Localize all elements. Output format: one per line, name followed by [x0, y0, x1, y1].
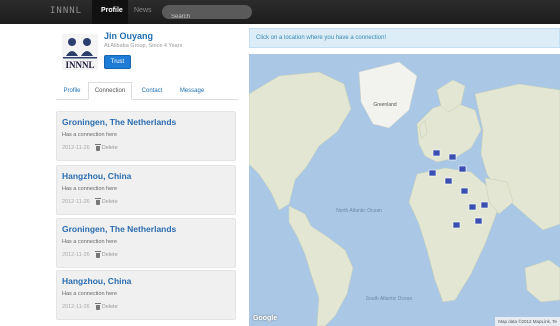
map-attribution[interactable]: Map data ©2012 MapLink, Te — [495, 317, 560, 326]
building-pin-icon[interactable] — [452, 221, 461, 229]
connection-title[interactable]: Groningen, The Netherlands — [62, 224, 176, 234]
top-navbar: INNNL Profile News — [0, 0, 560, 24]
trash-icon[interactable] — [94, 251, 101, 258]
connection-meta: 2012-11-26 Delete — [62, 144, 118, 151]
delete-link[interactable]: Delete — [102, 304, 118, 310]
tab-connection[interactable]: Connection — [88, 82, 132, 100]
connection-meta: 2012-11-26 Delete — [62, 303, 118, 310]
label-greenland: Greenland — [373, 102, 397, 108]
connection-card: Groningen, The Netherlands Has a connect… — [56, 218, 236, 268]
page: INNNL Profile News INNNL Jin Ouyang At A… — [0, 0, 560, 326]
nav-item-profile[interactable]: Profile — [101, 7, 123, 14]
tab-message[interactable]: Message — [172, 82, 212, 100]
building-pin-icon[interactable] — [474, 217, 483, 225]
connection-card: Hangzhou, China Has a connection here 20… — [56, 165, 236, 215]
building-pin-icon[interactable] — [428, 169, 437, 177]
trust-button[interactable]: Trust — [104, 55, 131, 69]
svg-text:INNNL: INNNL — [65, 60, 94, 70]
profile-tabs: Profile Connection Contact Message — [56, 82, 238, 100]
map-canvas[interactable]: Greenland North Atlantic Ocean South Atl… — [249, 54, 560, 326]
connection-card: Groningen, The Netherlands Has a connect… — [56, 111, 236, 161]
map-hint-alert: Click on a location where you have a con… — [249, 28, 560, 48]
label-south-atlantic: South Atlantic Ocean — [366, 296, 413, 302]
trash-icon[interactable] — [94, 198, 101, 205]
building-pin-icon[interactable] — [460, 187, 469, 195]
connection-description: Has a connection here — [62, 291, 118, 297]
connection-date: 2012-11-26 — [62, 199, 90, 205]
connection-description: Has a connection here — [62, 239, 118, 245]
trash-icon[interactable] — [94, 303, 101, 310]
building-pin-icon[interactable] — [444, 177, 453, 185]
tab-contact[interactable]: Contact — [134, 82, 170, 100]
connection-meta: 2012-11-26 Delete — [62, 198, 118, 205]
search-input[interactable] — [171, 10, 252, 24]
brand-logo[interactable]: INNNL — [50, 6, 82, 16]
tab-profile[interactable]: Profile — [56, 82, 88, 100]
building-pin-icon[interactable] — [468, 203, 477, 211]
search-box — [162, 5, 252, 24]
connection-title[interactable]: Hangzhou, China — [62, 276, 131, 286]
delete-link[interactable]: Delete — [102, 252, 118, 258]
label-north-atlantic: North Atlantic Ocean — [336, 208, 382, 214]
map-logo[interactable]: Google — [253, 315, 277, 322]
delete-link[interactable]: Delete — [102, 145, 118, 151]
connection-meta: 2012-11-26 Delete — [62, 251, 118, 258]
avatar-logo-icon: INNNL — [62, 34, 98, 70]
profile-subtitle: At Alibaba Group, Since 4 Years — [104, 43, 183, 49]
connection-date: 2012-11-26 — [62, 145, 90, 151]
delete-link[interactable]: Delete — [102, 199, 118, 205]
connection-description: Has a connection here — [62, 186, 118, 192]
trash-icon[interactable] — [94, 144, 101, 151]
nav-item-news[interactable]: News — [134, 7, 152, 14]
connection-date: 2012-11-26 — [62, 252, 90, 258]
avatar: INNNL — [62, 34, 98, 70]
building-pin-icon[interactable] — [458, 165, 467, 173]
connection-description: Has a connection here — [62, 132, 118, 138]
connection-title[interactable]: Groningen, The Netherlands — [62, 117, 176, 127]
building-pin-icon[interactable] — [448, 153, 457, 161]
profile-name[interactable]: Jin Ouyang — [104, 31, 153, 41]
building-pin-icon[interactable] — [480, 201, 489, 209]
connection-date: 2012-11-26 — [62, 304, 90, 310]
world-map[interactable]: Greenland North Atlantic Ocean South Atl… — [249, 54, 560, 326]
connection-title[interactable]: Hangzhou, China — [62, 171, 131, 181]
building-pin-icon[interactable] — [432, 149, 441, 157]
connection-card: Hangzhou, China Has a connection here 20… — [56, 270, 236, 320]
